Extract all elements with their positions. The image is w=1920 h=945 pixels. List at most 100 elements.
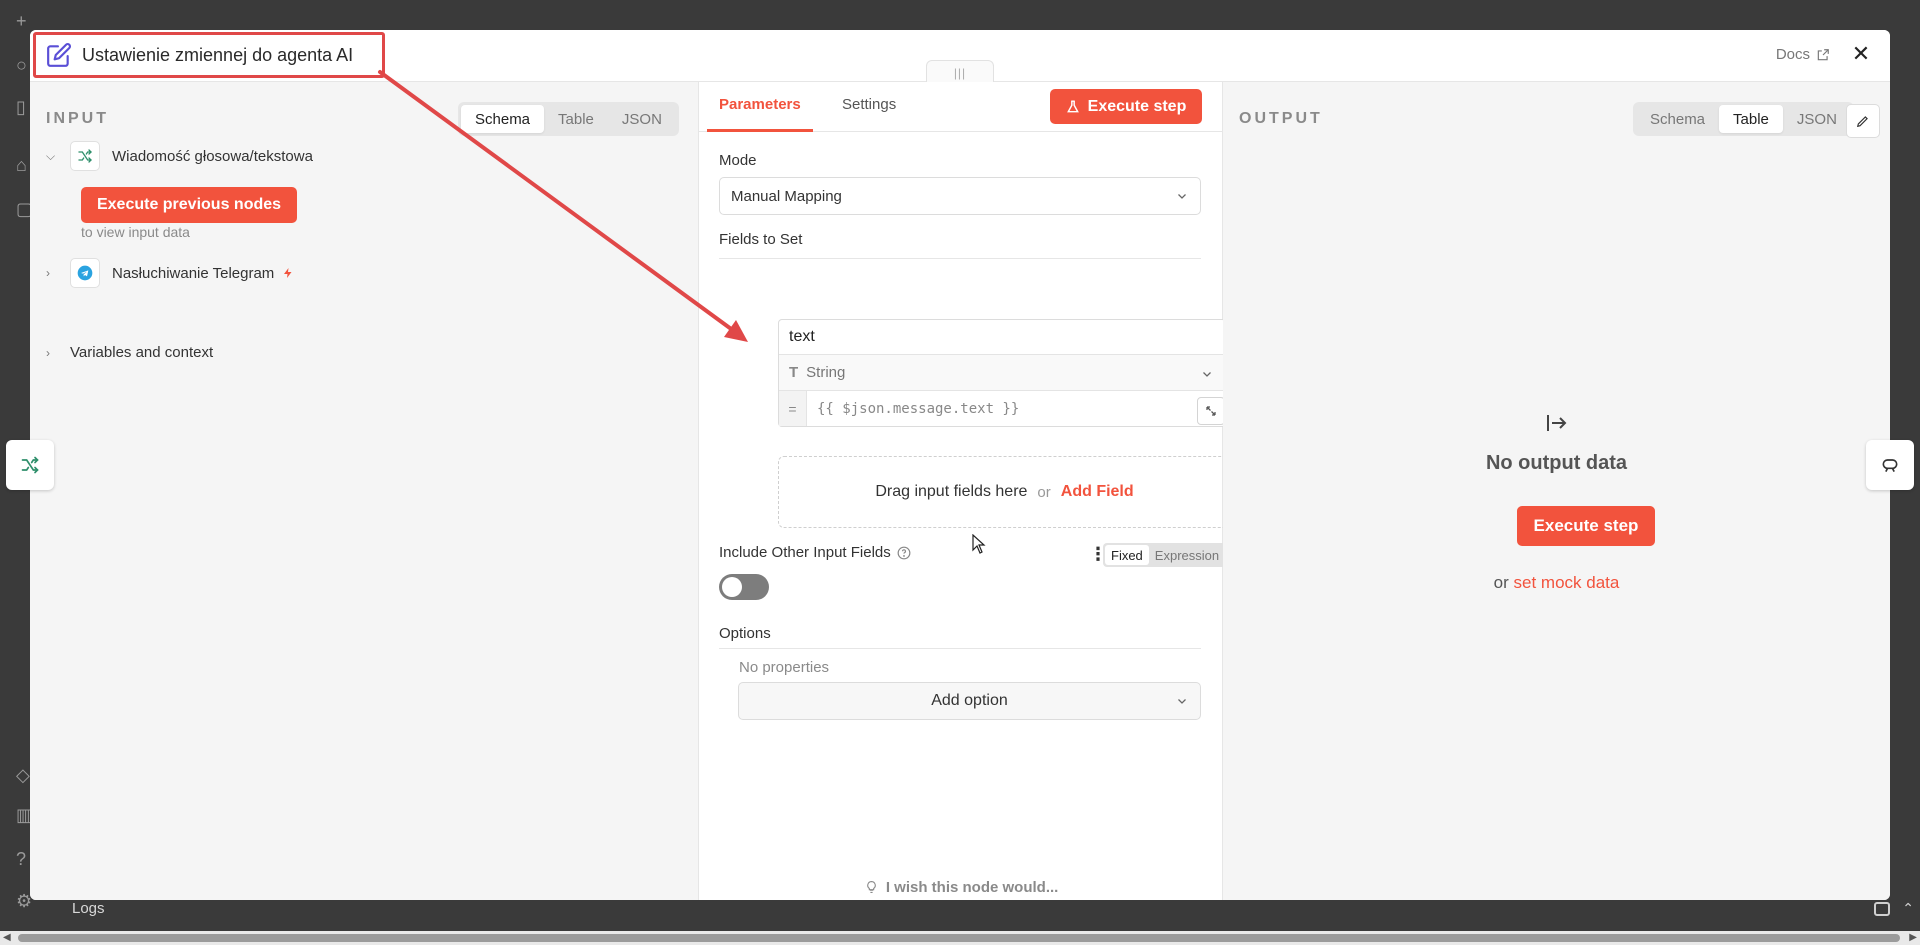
execute-step-button[interactable]: Execute step: [1050, 89, 1202, 124]
horizontal-scrollbar[interactable]: ◀ ▶: [0, 931, 1920, 945]
switch-node-icon: [70, 141, 100, 171]
ai-agent-icon: [1882, 459, 1898, 473]
output-label: OUTPUT: [1239, 110, 1323, 127]
tab-settings[interactable]: Settings: [842, 96, 896, 113]
options-label: Options: [719, 625, 771, 642]
variables-context[interactable]: › Variables and context: [46, 344, 213, 361]
input-label: INPUT: [46, 110, 109, 127]
mock-data-line: or set mock data: [1223, 573, 1890, 593]
field-type-value: String: [806, 364, 846, 381]
chevron-up-icon[interactable]: ⌃: [1902, 900, 1914, 917]
node-title[interactable]: Ustawienie zmiennej do agenta AI: [33, 32, 385, 78]
panel-drag-handle[interactable]: |||: [926, 60, 994, 84]
docs-label: Docs: [1775, 46, 1810, 63]
input-node-name: Wiadomość głosowa/tekstowa: [112, 147, 313, 165]
chevron-right-icon[interactable]: ›: [46, 266, 60, 280]
pencil-icon: [1856, 116, 1868, 128]
scroll-left-icon[interactable]: ◀: [3, 932, 11, 943]
output-arrow-icon: [1223, 412, 1890, 434]
variables-label: Variables and context: [70, 344, 214, 361]
chevron-down-icon: [1176, 190, 1188, 202]
mouse-cursor-icon: [972, 534, 986, 554]
external-link-icon: [1816, 48, 1830, 62]
feedback-text: I wish this node would...: [885, 879, 1059, 896]
no-properties-text: No properties: [739, 659, 830, 676]
fixed-expression-switch: Fixed Expression: [1103, 543, 1228, 567]
fixed-option[interactable]: Fixed: [1105, 545, 1149, 565]
chevron-right-icon[interactable]: ›: [46, 346, 60, 360]
execute-step-label: Execute step: [1087, 97, 1187, 115]
input-tab-table[interactable]: Table: [544, 105, 608, 133]
active-tab-indicator: [707, 129, 813, 132]
input-node-voice-text[interactable]: ⌵ Wiadomość głosowa/tekstowa: [46, 141, 313, 171]
field-type-select[interactable]: T String: [779, 355, 1225, 391]
open-expression-editor-button[interactable]: [1197, 397, 1225, 425]
lightbulb-icon: [865, 880, 878, 894]
output-panel: OUTPUT Schema Table JSON No output data …: [1223, 82, 1890, 900]
add-field-link[interactable]: Add Field: [1061, 483, 1134, 501]
switch-node-icon: [21, 456, 39, 474]
edit-icon: [46, 42, 72, 68]
input-panel: INPUT Schema Table JSON ⌵ Wiadomość głos…: [30, 82, 698, 900]
logs-window-icon[interactable]: [1874, 902, 1890, 916]
scroll-right-icon[interactable]: ▶: [1909, 932, 1917, 943]
no-output-text: No output data: [1485, 452, 1628, 474]
divider: [719, 648, 1201, 649]
parameters-panel: Parameters Settings Execute step Mode Ma…: [698, 82, 1231, 900]
docs-link[interactable]: Docs: [1776, 46, 1830, 63]
edit-output-button[interactable]: [1846, 104, 1880, 138]
tab-parameters[interactable]: Parameters: [719, 96, 801, 113]
output-tab-json[interactable]: JSON: [1783, 105, 1851, 133]
drop-or: or: [1037, 483, 1051, 501]
node-modal: Ustawienie zmiennej do agenta AI Docs ✕ …: [30, 30, 1890, 900]
input-node-telegram[interactable]: › Nasłuchiwanie Telegram: [46, 258, 294, 288]
input-view-switch: Schema Table JSON: [458, 102, 679, 136]
telegram-node-name: Nasłuchiwanie Telegram: [112, 264, 275, 282]
input-tab-json[interactable]: JSON: [608, 105, 676, 133]
telegram-icon: [70, 258, 100, 288]
field-value-input[interactable]: = {{ $json.message.text }}: [779, 391, 1225, 426]
drop-text: Drag input fields here: [875, 483, 1028, 500]
output-tab-schema[interactable]: Schema: [1636, 105, 1719, 133]
include-other-fields: Include Other Input Fields: [719, 544, 911, 561]
output-execute-step-button[interactable]: Execute step: [1517, 506, 1655, 546]
close-button[interactable]: ✕: [1850, 43, 1872, 65]
set-mock-data-link[interactable]: set mock data: [1514, 573, 1620, 592]
logs-label[interactable]: Logs: [72, 900, 105, 917]
add-option-button[interactable]: Add option: [738, 682, 1201, 720]
execute-previous-nodes-button[interactable]: Execute previous nodes: [81, 187, 297, 223]
include-fields-toggle[interactable]: [719, 574, 769, 600]
add-option-label: Add option: [931, 692, 1008, 709]
toggle-knob: [722, 577, 742, 597]
output-view-switch: Schema Table JSON: [1633, 102, 1854, 136]
mock-or: or: [1493, 573, 1509, 592]
drop-zone[interactable]: Drag input fields here or Add Field: [778, 456, 1231, 528]
mode-select[interactable]: Manual Mapping: [719, 177, 1201, 215]
plus-icon: +: [16, 11, 27, 31]
mode-value: Manual Mapping: [731, 187, 842, 205]
param-tabs: Parameters Settings Execute step: [699, 82, 1224, 132]
help-circle-icon[interactable]: [897, 546, 911, 560]
chevron-down-icon: [1201, 368, 1213, 380]
mode-label: Mode: [719, 152, 757, 169]
input-tab-schema[interactable]: Schema: [461, 105, 545, 133]
node-title-text: Ustawienie zmiennej do agenta AI: [82, 44, 354, 65]
input-hint: to view input data: [81, 224, 190, 240]
chevron-down-icon: [1176, 695, 1188, 707]
flask-icon: [1066, 99, 1080, 114]
field-expression: {{ $json.message.text }}: [817, 400, 1020, 417]
text-type-icon: T: [789, 364, 799, 381]
expression-option[interactable]: Expression: [1149, 545, 1225, 565]
chevron-down-icon[interactable]: ⌵: [46, 149, 60, 164]
include-label: Include Other Input Fields: [719, 544, 891, 561]
input-node-toggle[interactable]: [6, 440, 54, 490]
expression-equals-icon: =: [779, 391, 807, 426]
fields-to-set-label: Fields to Set: [719, 231, 803, 248]
field-name-input[interactable]: text: [779, 320, 1225, 355]
output-node-toggle[interactable]: [1866, 440, 1914, 490]
scrollbar-thumb[interactable]: [18, 934, 1900, 942]
trigger-bolt-icon: [282, 266, 294, 280]
output-tab-table[interactable]: Table: [1719, 105, 1783, 133]
feedback-link[interactable]: I wish this node would...: [699, 879, 1224, 896]
divider: [719, 258, 1201, 259]
